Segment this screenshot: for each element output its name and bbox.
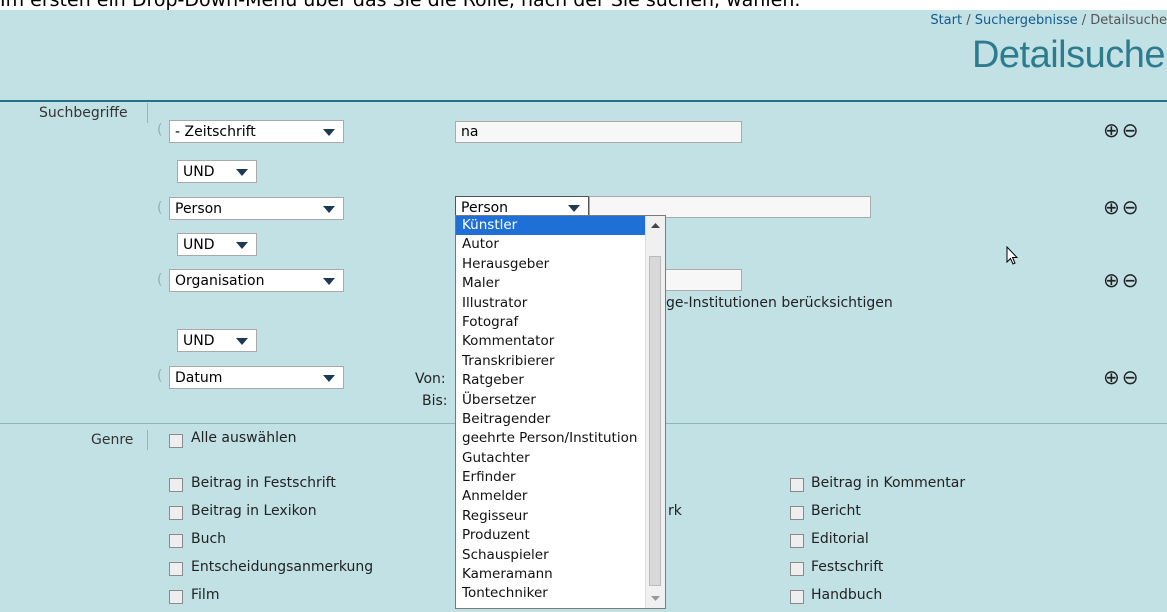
row-controls-4: ⊕⊖: [1103, 365, 1141, 389]
breadcrumb-current: Detailsuche: [1090, 13, 1167, 28]
open-paren: (: [157, 122, 163, 138]
from-label: Von:: [415, 371, 446, 387]
row-controls-1: ⊕⊖: [1103, 118, 1141, 142]
genre-label: Editorial: [811, 531, 869, 547]
genre-label: Beitrag in Kommentar: [811, 475, 966, 491]
genre-label: Bericht: [811, 503, 861, 519]
add-row-icon[interactable]: ⊕: [1103, 118, 1122, 142]
genre-label: Film: [191, 587, 220, 603]
remove-row-icon[interactable]: ⊖: [1122, 118, 1141, 142]
dropdown-option[interactable]: Produzent: [456, 526, 665, 545]
genre-checkbox[interactable]: [790, 534, 804, 548]
dropdown-option[interactable]: Autor: [456, 235, 665, 254]
scroll-up-icon[interactable]: [646, 218, 665, 234]
dropdown-option[interactable]: Kommentator: [456, 332, 665, 351]
dropdown-option[interactable]: Künstler: [456, 216, 665, 236]
open-paren: (: [157, 272, 163, 288]
open-paren: (: [157, 200, 163, 216]
field-select-3[interactable]: Organisation: [169, 269, 344, 292]
dropdown-option[interactable]: Übersetzer: [456, 391, 665, 410]
row-controls-2: ⊕⊖: [1103, 195, 1141, 219]
field-select-1[interactable]: - Zeitschrift: [169, 120, 344, 143]
open-paren: (: [157, 368, 163, 384]
operator-select-3[interactable]: UND: [177, 329, 257, 352]
genre-label: Beitrag in Lexikon: [191, 503, 317, 519]
chevron-down-icon: [323, 129, 335, 136]
dropdown-option[interactable]: Kameramann: [456, 565, 665, 584]
chevron-down-icon: [568, 205, 580, 212]
genre-label: Genre: [91, 432, 134, 448]
role-dropdown-list[interactable]: Künstler Autor Herausgeber Maler Illustrator…: [455, 215, 666, 609]
add-row-icon[interactable]: ⊕: [1103, 195, 1122, 219]
genre-label: Festschrift: [811, 559, 884, 575]
search-input-3[interactable]: [655, 269, 742, 291]
row-controls-3: ⊕⊖: [1103, 268, 1141, 292]
chevron-down-icon: [236, 169, 248, 176]
scrollbar-thumb[interactable]: [649, 256, 661, 586]
chevron-down-icon: [323, 375, 335, 382]
search-terms-label: Suchbegriffe: [39, 105, 128, 121]
dropdown-option[interactable]: Illustrator: [456, 294, 665, 313]
genre-label: Beitrag in Festschrift: [191, 475, 336, 491]
dropdown-option[interactable]: Maler: [456, 274, 665, 293]
genre-checkbox[interactable]: [790, 478, 804, 492]
genre-checkbox[interactable]: [790, 562, 804, 576]
sub-institutions-label: ge-Institutionen berücksichtigen: [666, 295, 893, 311]
breadcrumb-results[interactable]: Suchergebnisse: [975, 13, 1078, 28]
genre-label: Handbuch: [811, 587, 883, 603]
field-select-4[interactable]: Datum: [169, 366, 344, 389]
to-label: Bis:: [422, 393, 448, 409]
operator-select-1[interactable]: UND: [177, 160, 257, 183]
dropdown-option[interactable]: Herausgeber: [456, 255, 665, 274]
select-all-label: Alle auswählen: [191, 430, 297, 446]
dropdown-option[interactable]: Regisseur: [456, 507, 665, 526]
header-divider: [0, 100, 1167, 102]
genre-checkbox[interactable]: [169, 506, 183, 520]
chevron-down-icon: [323, 206, 335, 213]
add-row-icon[interactable]: ⊕: [1103, 268, 1122, 292]
chevron-down-icon: [236, 338, 248, 345]
dropdown-option[interactable]: Ratgeber: [456, 371, 665, 390]
chevron-down-icon: [236, 242, 248, 249]
genre-checkbox[interactable]: [790, 590, 804, 604]
genre-checkbox[interactable]: [169, 534, 183, 548]
chevron-down-icon: [323, 278, 335, 285]
breadcrumb-start[interactable]: Start: [930, 13, 962, 28]
scroll-down-icon[interactable]: [646, 590, 665, 606]
field-select-2[interactable]: Person: [169, 197, 344, 220]
select-all-checkbox[interactable]: [169, 434, 183, 448]
dropdown-option[interactable]: Beitragender: [456, 410, 665, 429]
dropdown-option[interactable]: Tontechniker: [456, 584, 665, 603]
page-title: Detailsuche: [971, 34, 1166, 76]
dropdown-option[interactable]: geehrte Person/Institution: [456, 429, 665, 448]
dropdown-option[interactable]: Transkribierer: [456, 352, 665, 371]
label-separator: [147, 103, 148, 123]
genre-checkbox[interactable]: [169, 478, 183, 492]
genre-label-partial: rk: [668, 503, 682, 519]
remove-row-icon[interactable]: ⊖: [1122, 365, 1141, 389]
genre-checkbox[interactable]: [169, 562, 183, 576]
operator-select-2[interactable]: UND: [177, 233, 257, 256]
dropdown-scrollbar[interactable]: [645, 216, 665, 608]
remove-row-icon[interactable]: ⊖: [1122, 268, 1141, 292]
search-input-1[interactable]: na: [455, 121, 742, 143]
breadcrumb: Start / Suchergebnisse / Detailsuche: [930, 13, 1167, 28]
dropdown-option[interactable]: Schauspieler: [456, 546, 665, 565]
label-separator: [147, 430, 148, 450]
genre-checkbox[interactable]: [790, 506, 804, 520]
dropdown-option[interactable]: Fotograf: [456, 313, 665, 332]
genre-label: Entscheidungsanmerkung: [191, 559, 374, 575]
remove-row-icon[interactable]: ⊖: [1122, 195, 1141, 219]
dropdown-option[interactable]: Gutachter: [456, 449, 665, 468]
dropdown-option[interactable]: Anmelder: [456, 487, 665, 506]
genre-checkbox[interactable]: [169, 590, 183, 604]
mouse-cursor-icon: [1006, 246, 1019, 265]
add-row-icon[interactable]: ⊕: [1103, 365, 1122, 389]
genre-label: Buch: [191, 531, 227, 547]
dropdown-option[interactable]: Erfinder: [456, 468, 665, 487]
